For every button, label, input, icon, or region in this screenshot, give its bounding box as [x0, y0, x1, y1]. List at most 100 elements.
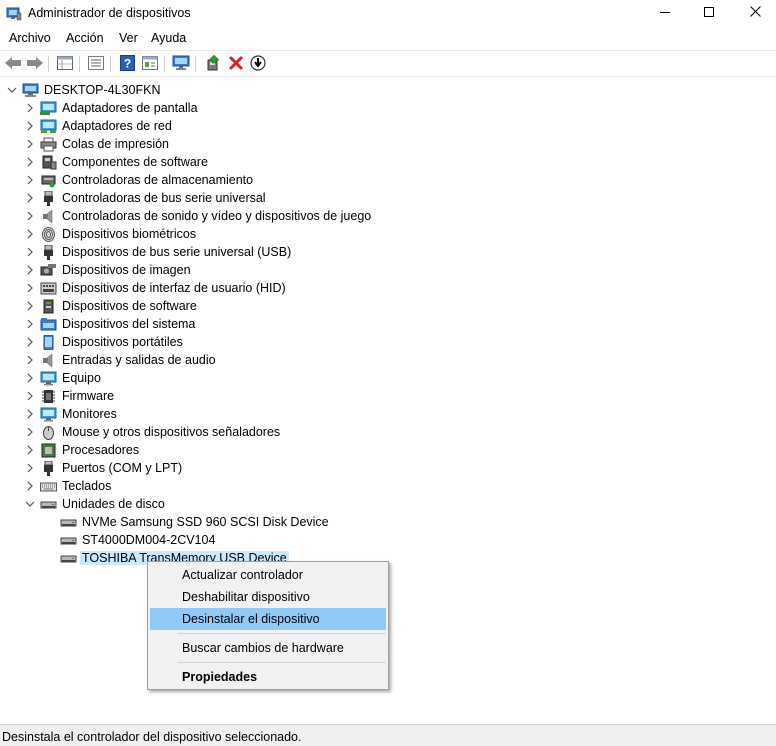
chevron-right-icon[interactable]	[24, 300, 36, 312]
tree-category-dispositivos-portatiles[interactable]: Dispositivos portátiles	[24, 333, 183, 351]
tree-item-label: Adaptadores de pantalla	[62, 101, 198, 115]
tree-device-st4000dm004-2cv104[interactable]: ST4000DM004-2CV104	[60, 531, 215, 549]
chevron-right-icon[interactable]	[24, 408, 36, 420]
context-menu: Actualizar controlador Deshabilitar disp…	[147, 561, 389, 690]
tree-category-componentes-de-software[interactable]: Componentes de software	[24, 153, 208, 171]
chevron-down-icon[interactable]	[24, 498, 36, 510]
mouse-icon	[40, 424, 57, 440]
menu-archivo[interactable]: Archivo	[7, 31, 53, 45]
storage-controller-icon	[40, 172, 57, 188]
chevron-right-icon[interactable]	[24, 228, 36, 240]
update-driver-button[interactable]	[203, 54, 223, 74]
tree-category-controladoras-de-bus-serie-universal[interactable]: Controladoras de bus serie universal	[24, 189, 266, 207]
disk-drive-icon	[40, 496, 57, 512]
tree-category-entradas-y-salidas-de-audio[interactable]: Entradas y salidas de audio	[24, 351, 216, 369]
help-button[interactable]: ?	[117, 54, 137, 74]
chevron-right-icon[interactable]	[24, 246, 36, 258]
software-component-icon	[40, 154, 57, 170]
chevron-right-icon[interactable]	[24, 138, 36, 150]
network-adapter-icon	[40, 118, 57, 134]
properties-button[interactable]	[55, 54, 75, 74]
tree-category-monitores[interactable]: Monitores	[24, 405, 117, 423]
back-arrow-icon	[4, 56, 22, 73]
status-bar: Desinstala el controlador del dispositiv…	[0, 724, 776, 746]
minimize-button[interactable]	[642, 0, 688, 26]
title-bar: Administrador de dispositivos	[0, 0, 776, 28]
back-button[interactable]	[3, 54, 23, 74]
tree-category-unidades-de-disco[interactable]: Unidades de disco	[24, 495, 165, 513]
software-device-icon	[40, 298, 57, 314]
forward-button[interactable]	[25, 54, 45, 74]
chevron-right-icon[interactable]	[24, 480, 36, 492]
tree-category-dispositivos-de-imagen[interactable]: Dispositivos de imagen	[24, 261, 191, 279]
chevron-right-icon[interactable]	[24, 462, 36, 474]
tree-item-label: Dispositivos biométricos	[62, 227, 197, 241]
chevron-right-icon[interactable]	[24, 354, 36, 366]
ctx-scan-hardware[interactable]: Buscar cambios de hardware	[150, 637, 386, 659]
tree-item-label: Dispositivos de bus serie universal (USB…	[62, 245, 292, 259]
tree-category-dispositivos-de-software[interactable]: Dispositivos de software	[24, 297, 197, 315]
scan-hardware-button[interactable]	[171, 54, 191, 74]
tree-item-label: Unidades de disco	[62, 497, 165, 511]
tree-category-adaptadores-de-pantalla[interactable]: Adaptadores de pantalla	[24, 99, 198, 117]
uninstall-button[interactable]	[226, 54, 246, 74]
ctx-separator	[178, 633, 386, 634]
chevron-right-icon[interactable]	[24, 390, 36, 402]
chevron-right-icon[interactable]	[24, 174, 36, 186]
tree-category-dispositivos-biometricos[interactable]: Dispositivos biométricos	[24, 225, 196, 243]
tree-category-procesadores[interactable]: Procesadores	[24, 441, 139, 459]
tree-item-label: Controladoras de bus serie universal	[62, 191, 266, 205]
tree-category-equipo[interactable]: Equipo	[24, 369, 101, 387]
menu-ver[interactable]: Ver	[117, 31, 140, 45]
tree-item-label: Adaptadores de red	[62, 119, 172, 133]
chevron-right-icon[interactable]	[24, 444, 36, 456]
printer-icon	[40, 136, 57, 152]
toolbar: ?	[0, 50, 776, 77]
ctx-disable-device[interactable]: Deshabilitar dispositivo	[150, 586, 386, 608]
tree-category-controladoras-de-sonido-y-video-y-dispositivos-de-juego[interactable]: Controladoras de sonido y vídeo y dispos…	[24, 207, 371, 225]
menu-bar: Archivo Acción Ver Ayuda	[0, 29, 776, 49]
chevron-right-icon[interactable]	[24, 282, 36, 294]
tree-item-label: Dispositivos de imagen	[62, 263, 191, 277]
ctx-properties[interactable]: Propiedades	[150, 666, 386, 688]
tree-category-dispositivos-del-sistema[interactable]: Dispositivos del sistema	[24, 315, 195, 333]
ctx-update-driver[interactable]: Actualizar controlador	[150, 564, 386, 586]
tree-device-nvme-samsung-ssd-960-scsi-disk-device[interactable]: NVMe Samsung SSD 960 SCSI Disk Device	[60, 513, 329, 531]
menu-accion[interactable]: Acción	[64, 31, 106, 45]
tree-category-teclados[interactable]: Teclados	[24, 477, 111, 495]
chevron-down-icon[interactable]	[6, 84, 18, 96]
chevron-right-icon[interactable]	[24, 372, 36, 384]
tree-category-puertos-com-y-lpt[interactable]: Puertos (COM y LPT)	[24, 459, 182, 477]
chevron-right-icon[interactable]	[24, 192, 36, 204]
tree-category-controladoras-de-almacenamiento[interactable]: Controladoras de almacenamiento	[24, 171, 253, 189]
chevron-right-icon[interactable]	[24, 318, 36, 330]
close-button[interactable]	[732, 0, 776, 26]
port-icon	[40, 460, 57, 476]
tree-category-colas-de-impresion[interactable]: Colas de impresión	[24, 135, 169, 153]
ctx-uninstall-device[interactable]: Desinstalar el dispositivo	[150, 608, 386, 630]
tree-category-adaptadores-de-red[interactable]: Adaptadores de red	[24, 117, 172, 135]
chevron-right-icon[interactable]	[24, 102, 36, 114]
portable-device-icon	[40, 334, 57, 350]
chevron-right-icon[interactable]	[24, 264, 36, 276]
disable-button[interactable]	[248, 54, 268, 74]
chevron-right-icon[interactable]	[24, 426, 36, 438]
tree-category-mouse-y-otros-dispositivos-senaladores[interactable]: Mouse y otros dispositivos señaladores	[24, 423, 280, 441]
tree-category-firmware[interactable]: Firmware	[24, 387, 114, 405]
view-button[interactable]	[86, 54, 106, 74]
maximize-button[interactable]	[686, 0, 732, 26]
window-title: Administrador de dispositivos	[28, 6, 191, 20]
fingerprint-icon	[40, 226, 57, 242]
tree-item-label: Dispositivos portátiles	[62, 335, 183, 349]
tree-category-dispositivos-de-bus-serie-universal-usb[interactable]: Dispositivos de bus serie universal (USB…	[24, 243, 291, 261]
tree-root-computer[interactable]: DESKTOP-4L30FKN	[6, 81, 160, 99]
chevron-right-icon[interactable]	[24, 156, 36, 168]
usb-plug-icon	[40, 190, 57, 206]
chevron-right-icon[interactable]	[24, 210, 36, 222]
menu-ayuda[interactable]: Ayuda	[149, 31, 188, 45]
console-tree-button[interactable]	[140, 54, 160, 74]
chevron-right-icon[interactable]	[24, 120, 36, 132]
chevron-right-icon[interactable]	[24, 336, 36, 348]
tree-category-dispositivos-de-interfaz-de-usuario-hid[interactable]: Dispositivos de interfaz de usuario (HID…	[24, 279, 286, 297]
tree-item-label: Dispositivos de software	[62, 299, 197, 313]
